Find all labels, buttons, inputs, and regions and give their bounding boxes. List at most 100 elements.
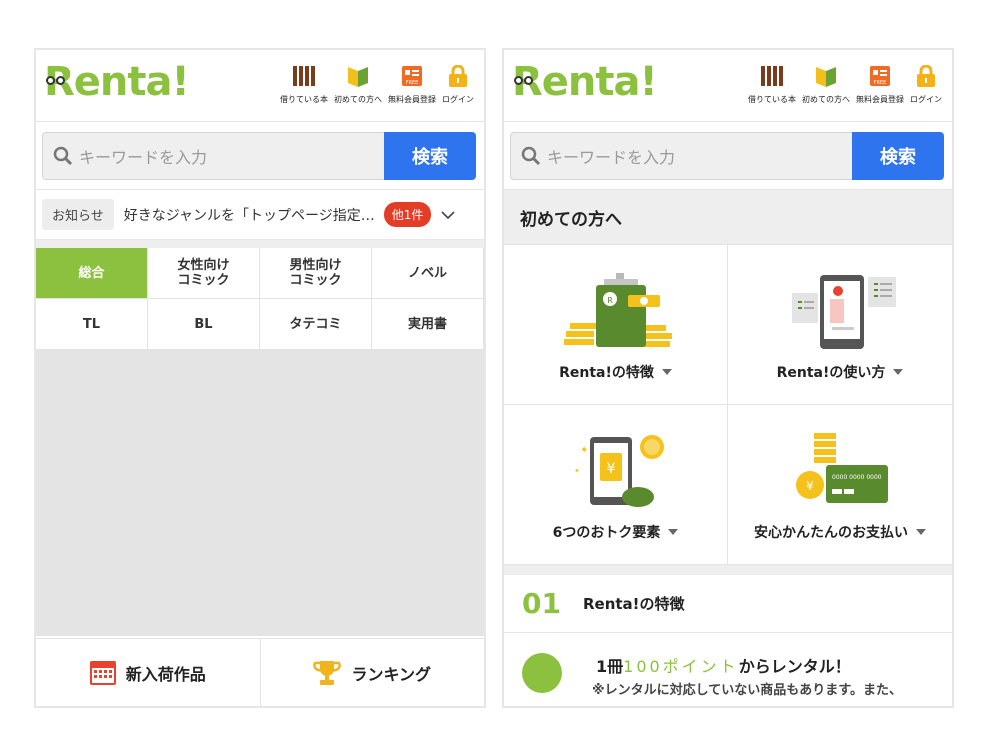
search-placeholder: キーワードを入力: [79, 148, 208, 167]
feature-grid: R Renta!の特徴 Renta!の使い方 ✦ ✦ ¥ 6つのおトク要素 ¥ …: [504, 244, 952, 565]
feature-payment[interactable]: ¥ 0000 0000 0000 安心かんたんのお支払い: [728, 405, 952, 565]
triangle-down-icon: [893, 369, 904, 375]
bookshelf-icon: [759, 64, 785, 88]
notice-badge: お知らせ: [42, 199, 114, 230]
triangle-down-icon: [661, 369, 672, 375]
divider: [36, 240, 484, 248]
nav-beginners[interactable]: 初めての方へ: [334, 64, 382, 105]
nav-login[interactable]: ログイン: [910, 64, 942, 105]
header-nav: 借りている本 初めての方へ FREE 無料会員登録 ログイン: [274, 64, 474, 105]
renta-logo[interactable]: Renta!: [44, 58, 190, 106]
tab-general[interactable]: 総合: [36, 248, 148, 299]
footer-nav: 新入荷作品 ランキング: [36, 638, 484, 706]
phone-yen-coin-icon: ✦ ✦ ¥: [574, 435, 664, 507]
tab-mens-comics[interactable]: 男性向け コミック: [260, 248, 372, 299]
free-member-icon: FREE: [399, 64, 425, 88]
svg-text:¥: ¥: [606, 461, 615, 477]
left-screen: Renta! 借りている本 初めての方へ FREE 無料会員登録 ログイン キー…: [34, 48, 486, 708]
ranking-label: ランキング: [351, 664, 432, 684]
nav-label: 無料会員登録: [856, 95, 904, 104]
nav-free-register[interactable]: FREE 無料会員登録: [856, 64, 904, 105]
svg-text:¥: ¥: [806, 479, 814, 493]
lock-icon: [445, 64, 471, 88]
logo-eyes-icon: [514, 70, 536, 85]
nav-label: ログイン: [442, 95, 474, 104]
ranking-button[interactable]: ランキング: [261, 639, 485, 706]
nav-free-register[interactable]: FREE 無料会員登録: [388, 64, 436, 105]
search-icon: [53, 146, 73, 166]
point-number: 01: [522, 587, 561, 620]
notice-more-badge[interactable]: 他1件: [383, 202, 432, 227]
tab-womens-comics[interactable]: 女性向け コミック: [148, 248, 260, 299]
point-headline: 1冊100ポイントからレンタル！: [596, 657, 851, 676]
new-arrivals-label: 新入荷作品: [125, 664, 206, 684]
nav-label: 初めての方へ: [802, 95, 850, 104]
tab-tatekomi[interactable]: タテコミ: [260, 299, 372, 350]
search-bar: キーワードを入力 検索: [36, 122, 484, 190]
wallet-coins-icon: R: [563, 273, 672, 347]
section-title: 初めての方へ: [504, 190, 952, 244]
content-area: [36, 350, 484, 636]
svg-text:✦: ✦: [580, 445, 588, 456]
tab-novels[interactable]: ノベル: [372, 248, 484, 299]
bookshelf-icon: [291, 64, 317, 88]
beginner-mark-icon: [813, 64, 839, 88]
feature-label: Renta!の使い方: [777, 362, 904, 382]
notice-text[interactable]: 好きなジャンルを「トップページ指定…: [124, 205, 378, 225]
calendar-icon: [89, 660, 116, 685]
nav-label: 借りている本: [280, 95, 328, 104]
header-nav: 借りている本 初めての方へ FREE 無料会員登録 ログイン: [742, 64, 942, 105]
search-button[interactable]: 検索: [384, 132, 476, 180]
free-member-icon: FREE: [867, 64, 893, 88]
feature-six-benefits[interactable]: ✦ ✦ ¥ 6つのおトク要素: [504, 405, 728, 565]
search-input[interactable]: キーワードを入力: [510, 132, 854, 180]
category-tabs: 総合 女性向け コミック 男性向け コミック ノベル TL BL タテコミ 実用…: [36, 248, 484, 350]
trophy-icon: [313, 660, 342, 685]
notice-bar[interactable]: お知らせ 好きなジャンルを「トップページ指定… 他1件: [36, 190, 484, 240]
tab-practical-books[interactable]: 実用書: [372, 299, 484, 350]
svg-text:✦: ✦: [574, 467, 580, 475]
point-detail: 1冊100ポイントからレンタル！ ※レンタルに対応していない商品もあります。また…: [504, 633, 952, 706]
triangle-down-icon: [916, 529, 926, 535]
feature-label: Renta!の特徴: [559, 362, 672, 382]
logo-eyes-icon: [46, 70, 68, 85]
nav-beginners[interactable]: 初めての方へ: [802, 64, 850, 105]
feature-renta-features[interactable]: R Renta!の特徴: [504, 245, 728, 405]
renta-logo[interactable]: Renta!: [512, 58, 658, 106]
feature-label: 安心かんたんのお支払い: [754, 522, 926, 542]
right-screen: Renta! 借りている本 初めての方へ FREE 無料会員登録 ログイン キー…: [502, 48, 954, 708]
divider: [504, 565, 952, 575]
tab-bl[interactable]: BL: [148, 299, 260, 350]
point-heading: 01 Renta!の特徴: [504, 575, 952, 633]
point-title: Renta!の特徴: [582, 595, 685, 613]
header: Renta! 借りている本 初めての方へ FREE 無料会員登録 ログイン: [504, 50, 952, 122]
triangle-down-icon: [668, 529, 679, 535]
svg-text:R: R: [607, 296, 613, 305]
nav-login[interactable]: ログイン: [442, 64, 474, 105]
search-placeholder: キーワードを入力: [547, 148, 676, 167]
svg-text:FREE: FREE: [874, 80, 887, 86]
card-number-text: 0000 0000 0000: [832, 474, 882, 481]
search-bar: キーワードを入力 検索: [504, 122, 952, 190]
chevron-down-icon[interactable]: [441, 208, 455, 222]
svg-text:FREE: FREE: [406, 80, 419, 86]
nav-borrowed-books[interactable]: 借りている本: [748, 64, 796, 105]
point-note: ※レンタルに対応していない商品もあります。また、: [592, 683, 902, 698]
tab-tl[interactable]: TL: [36, 299, 148, 350]
phone-checklist-icon: [792, 275, 896, 349]
lock-icon: [913, 64, 939, 88]
nav-label: 初めての方へ: [334, 95, 382, 104]
new-arrivals-button[interactable]: 新入荷作品: [36, 639, 261, 706]
search-input[interactable]: キーワードを入力: [42, 132, 386, 180]
search-icon: [521, 146, 541, 166]
credit-card-coins-icon: ¥ 0000 0000 0000: [796, 433, 888, 503]
search-button[interactable]: 検索: [852, 132, 944, 180]
nav-borrowed-books[interactable]: 借りている本: [280, 64, 328, 105]
sparkle-icon: [522, 653, 562, 693]
header: Renta! 借りている本 初めての方へ FREE 無料会員登録 ログイン: [36, 50, 484, 122]
feature-label: 6つのおトク要素: [553, 522, 679, 542]
nav-label: ログイン: [910, 95, 942, 104]
feature-how-to-use[interactable]: Renta!の使い方: [728, 245, 952, 405]
nav-label: 無料会員登録: [388, 95, 436, 104]
nav-label: 借りている本: [748, 95, 796, 104]
